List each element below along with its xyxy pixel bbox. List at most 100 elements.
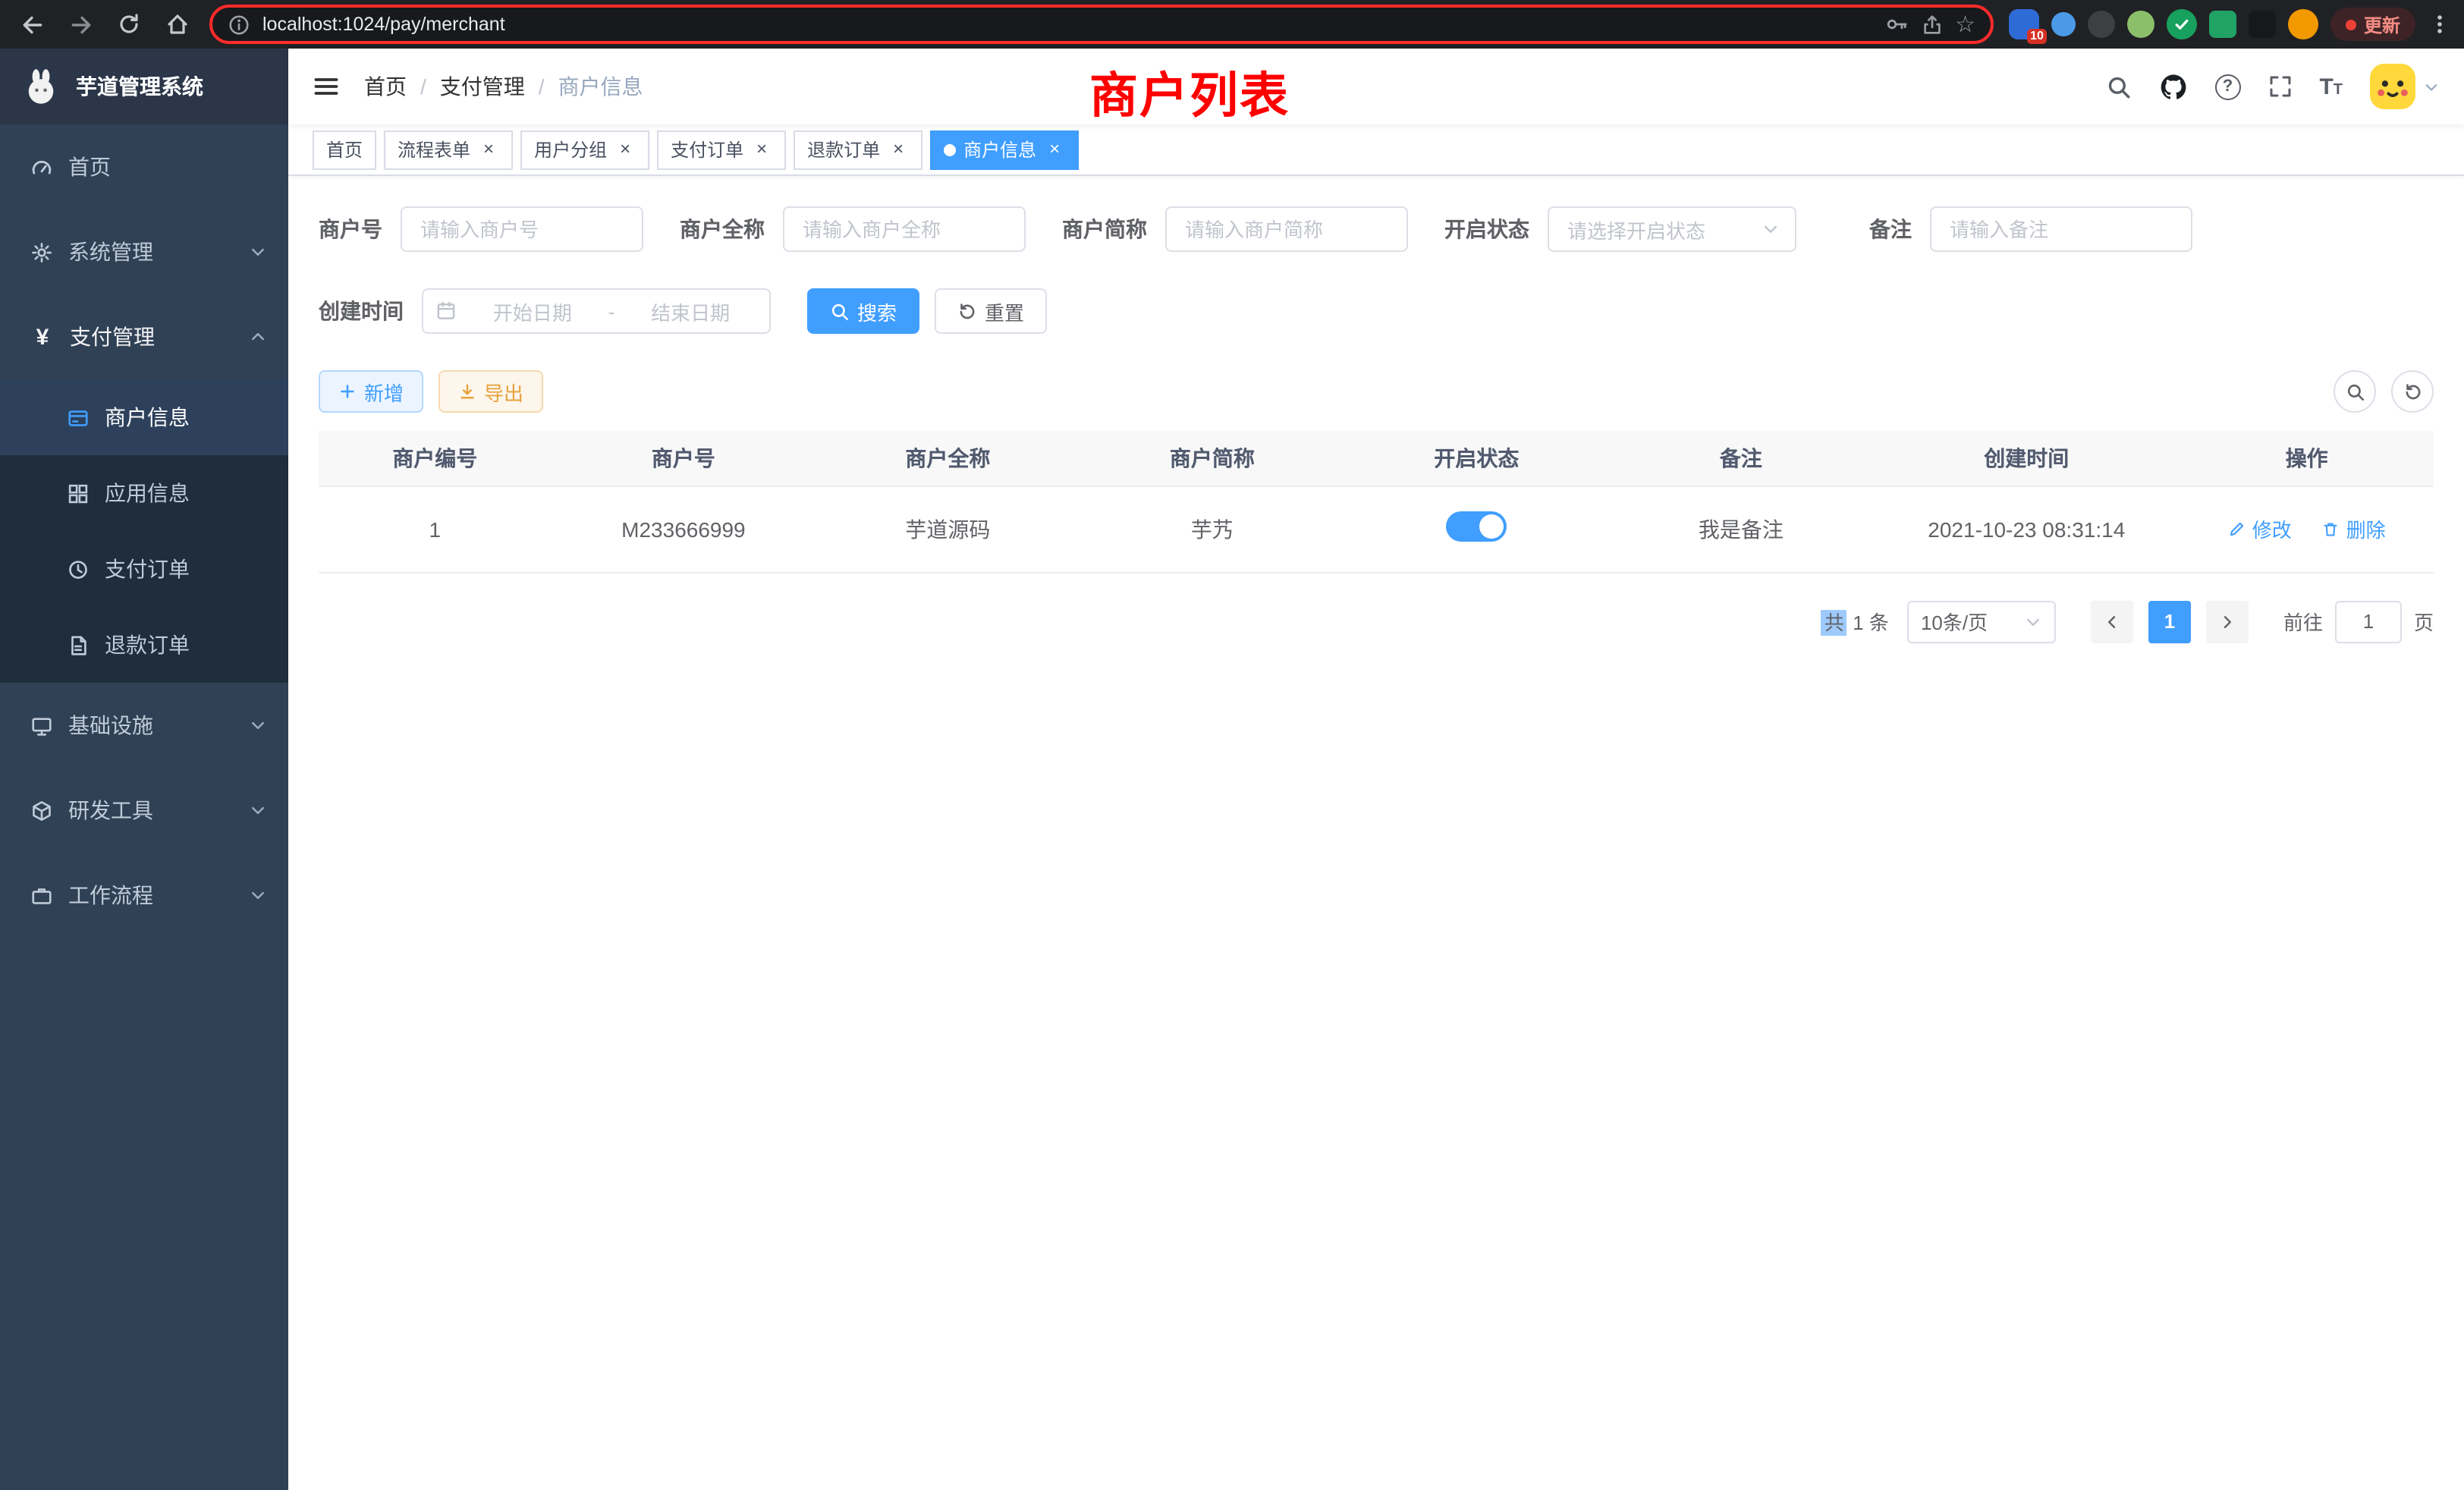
close-icon[interactable]: × — [751, 139, 772, 160]
url-text[interactable]: localhost:1024/pay/merchant — [262, 14, 1872, 35]
page-number-button[interactable]: 1 — [2148, 600, 2191, 643]
search-button-label: 搜索 — [857, 297, 897, 325]
filter-label: 创建时间 — [319, 296, 404, 326]
profile-avatar[interactable] — [2288, 9, 2318, 39]
sidebar-item-infrastructure[interactable]: 基础设施 — [0, 683, 288, 768]
sidebar-item-label: 商户信息 — [105, 402, 190, 432]
refresh-table-button[interactable] — [2391, 370, 2434, 413]
app: 芋道管理系统 首页 系统管理 ¥ 支付管理 商户信息 — [0, 49, 2464, 1490]
goto-page-input[interactable] — [2335, 600, 2402, 643]
avatar[interactable] — [2370, 64, 2415, 109]
cell-create-time: 2021-10-23 08:31:14 — [1873, 486, 2180, 572]
back-icon[interactable] — [12, 5, 52, 44]
next-page-button[interactable] — [2206, 600, 2249, 643]
prev-page-button[interactable] — [2091, 600, 2133, 643]
reset-button[interactable]: 重置 — [935, 288, 1047, 334]
sidebar-logo[interactable]: 芋道管理系统 — [0, 49, 288, 124]
hamburger-icon[interactable] — [313, 73, 340, 100]
toggle-knob — [1479, 514, 1504, 539]
tab-pay-order[interactable]: 支付订单 × — [657, 130, 786, 169]
sidebar-item-workflow[interactable]: 工作流程 — [0, 853, 288, 938]
show-search-toggle-button[interactable] — [2334, 370, 2376, 413]
search-button[interactable]: 搜索 — [807, 288, 919, 334]
close-icon[interactable]: × — [614, 139, 636, 160]
tab-label: 支付订单 — [671, 137, 743, 162]
extension-icon[interactable] — [2088, 11, 2115, 38]
extension-icon[interactable] — [2167, 9, 2197, 39]
status-select[interactable]: 请选择开启状态 — [1548, 206, 1796, 252]
tab-merchant-info[interactable]: 商户信息 × — [930, 130, 1079, 169]
extension-icon[interactable] — [2249, 11, 2276, 38]
sidebar-item-home[interactable]: 首页 — [0, 124, 288, 209]
close-icon[interactable]: × — [1044, 139, 1065, 160]
font-size-icon[interactable]: TT — [2319, 74, 2343, 99]
screen: localhost:1024/pay/merchant ☆ 10 更新 — [0, 0, 2464, 1490]
share-icon[interactable] — [1920, 13, 1943, 36]
dashboard-icon — [30, 156, 53, 178]
forward-icon[interactable] — [61, 5, 100, 44]
reload-icon[interactable] — [109, 5, 149, 44]
browser-nav-buttons — [12, 5, 197, 44]
extension-icon[interactable] — [2051, 12, 2076, 36]
total-prefix: 共 — [1821, 610, 1847, 636]
add-button[interactable]: 新增 — [319, 370, 423, 413]
export-button[interactable]: 导出 — [438, 370, 543, 413]
sidebar-item-app-info[interactable]: 应用信息 — [0, 455, 288, 531]
cell-full-name: 芋道源码 — [816, 486, 1080, 572]
password-key-icon[interactable] — [1884, 12, 1908, 36]
home-icon[interactable] — [158, 5, 197, 44]
fullscreen-icon[interactable] — [2268, 74, 2292, 99]
document-icon — [67, 633, 90, 656]
sidebar-item-label: 工作流程 — [68, 880, 153, 910]
address-bar[interactable]: localhost:1024/pay/merchant ☆ — [209, 5, 1994, 44]
col-status: 开启状态 — [1344, 431, 1609, 486]
create-time-range-picker[interactable]: 开始日期 - 结束日期 — [422, 288, 771, 334]
sidebar-item-label: 首页 — [68, 152, 111, 182]
browser-menu-icon[interactable] — [2428, 12, 2452, 36]
close-icon[interactable]: × — [888, 139, 909, 160]
tab-user-group[interactable]: 用户分组 × — [520, 130, 649, 169]
sidebar-item-pay-order[interactable]: 支付订单 — [0, 531, 288, 607]
tab-process-form[interactable]: 流程表单 × — [384, 130, 513, 169]
col-short-name: 商户简称 — [1080, 431, 1345, 486]
extension-icon[interactable] — [2209, 11, 2236, 38]
extension-icon[interactable] — [2127, 11, 2154, 38]
pagination-total: 共 1 条 — [1821, 607, 1889, 636]
help-icon[interactable]: ? — [2214, 74, 2240, 99]
full-name-input[interactable] — [783, 206, 1026, 252]
export-button-label: 导出 — [484, 377, 523, 406]
cell-remark: 我是备注 — [1609, 486, 1874, 572]
close-icon[interactable]: × — [478, 139, 499, 160]
chevron-down-icon — [2423, 78, 2440, 95]
sidebar-item-payment[interactable]: ¥ 支付管理 — [0, 294, 288, 379]
site-info-icon[interactable] — [228, 13, 250, 36]
cell-merchant-no: M233666999 — [552, 486, 816, 572]
sidebar-item-merchant-info[interactable]: 商户信息 — [0, 379, 288, 455]
extension-icon[interactable]: 10 — [2009, 9, 2039, 39]
merchant-no-input[interactable] — [401, 206, 643, 252]
page-size-select[interactable]: 10条/页 — [1907, 600, 2056, 643]
main-panel: 首页 / 支付管理 / 商户信息 商户列表 ? TT — [288, 49, 2464, 1490]
remark-input[interactable] — [1930, 206, 2192, 252]
sidebar-item-system[interactable]: 系统管理 — [0, 209, 288, 294]
short-name-input[interactable] — [1165, 206, 1408, 252]
tab-home[interactable]: 首页 — [313, 130, 376, 169]
sidebar-item-dev-tools[interactable]: 研发工具 — [0, 768, 288, 853]
user-menu[interactable] — [2370, 64, 2440, 109]
edit-link[interactable]: 修改 — [2228, 514, 2292, 543]
delete-link[interactable]: 删除 — [2322, 514, 2386, 543]
status-toggle[interactable] — [1446, 511, 1507, 542]
grid-icon — [67, 482, 90, 505]
sidebar-item-label: 支付订单 — [105, 554, 190, 584]
breadcrumb-item[interactable]: 支付管理 — [440, 71, 525, 102]
github-icon[interactable] — [2158, 72, 2187, 101]
download-icon — [458, 382, 476, 401]
search-icon[interactable] — [2105, 74, 2131, 99]
breadcrumb-item[interactable]: 首页 — [364, 71, 407, 102]
browser-update-button[interactable]: 更新 — [2330, 8, 2415, 41]
browser-extensions: 10 更新 — [2009, 8, 2452, 41]
search-icon — [2345, 382, 2365, 401]
sidebar-item-refund-order[interactable]: 退款订单 — [0, 607, 288, 683]
tab-refund-order[interactable]: 退款订单 × — [794, 130, 922, 169]
bookmark-star-icon[interactable]: ☆ — [1955, 13, 1975, 36]
